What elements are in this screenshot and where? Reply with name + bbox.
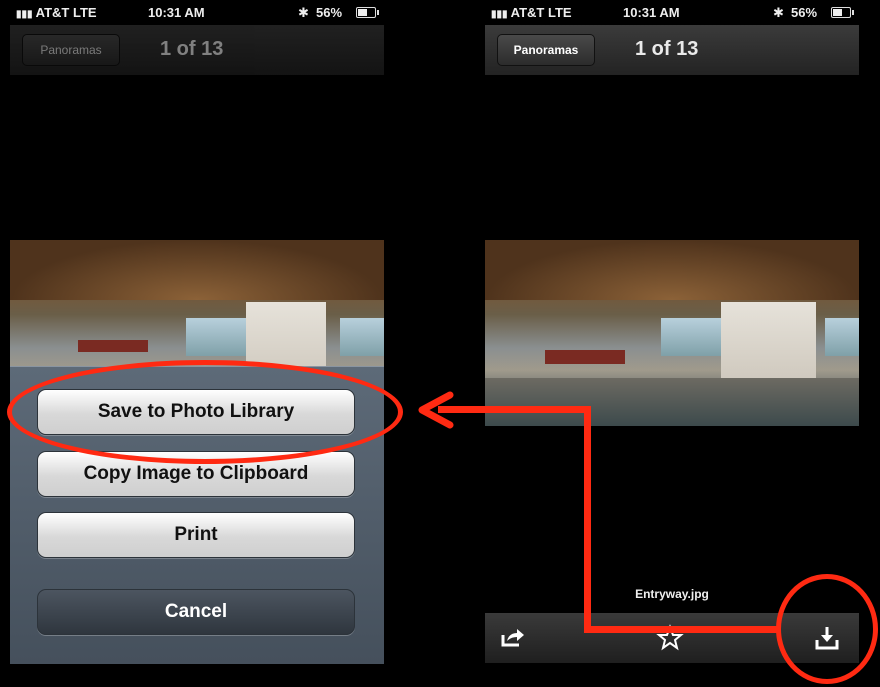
left-screen: ▮▮▮ AT&T LTE 10:31 AM ✱ 56% Panoramas 1 … [10,0,384,664]
pano-window [825,318,859,356]
carrier-name: AT&T [35,5,70,20]
navigation-bar: Panoramas 1 of 13 [485,25,859,75]
battery-percent: 56% [791,5,818,20]
right-screen: ▮▮▮ AT&T LTE 10:31 AM ✱ 56% Panoramas 1 … [485,0,859,663]
signal-icon: ▮▮▮ [491,9,508,20]
pano-ceiling [10,240,384,300]
bluetooth-icon: ✱ [773,5,784,20]
page-title: 1 of 13 [635,38,699,60]
annotation-ellipse-save [7,360,403,464]
annotation-line-horizontal-top [438,406,591,413]
battery-icon [831,7,854,18]
battery-percent: 56% [316,5,343,20]
back-button[interactable]: Panoramas [497,34,595,66]
carrier-name: AT&T [510,5,545,20]
annotation-circle-download [776,574,878,684]
back-button[interactable]: Panoramas [22,34,120,66]
status-bar: ▮▮▮ AT&T LTE 10:31 AM ✱ 56% [485,0,859,24]
pano-ceiling [485,240,859,300]
status-time: 10:31 AM [623,5,680,20]
annotation-arrowhead [418,391,454,429]
print-button[interactable]: Print [37,512,355,558]
signal-icon: ▮▮▮ [16,9,33,20]
pano-furniture [545,350,625,364]
battery-icon [356,7,379,18]
status-time: 10:31 AM [148,5,205,20]
carrier-label: ▮▮▮ AT&T LTE [16,5,97,20]
pano-window [340,318,384,356]
carrier-label: ▮▮▮ AT&T LTE [491,5,572,20]
pano-window [661,318,721,356]
status-bar: ▮▮▮ AT&T LTE 10:31 AM ✱ 56% [10,0,384,24]
pano-floor [485,378,859,426]
share-icon[interactable] [497,623,527,653]
panorama-image [485,240,859,426]
bluetooth-icon: ✱ [298,5,309,20]
page-title: 1 of 13 [160,38,224,60]
pano-furniture [78,340,148,352]
network-label: LTE [547,5,572,20]
annotation-line-horizontal-bottom [584,626,779,633]
pano-window [186,318,246,356]
cancel-button[interactable]: Cancel [37,589,355,635]
annotation-line-vertical [584,406,591,633]
navigation-bar: Panoramas 1 of 13 [10,25,384,75]
network-label: LTE [72,5,97,20]
